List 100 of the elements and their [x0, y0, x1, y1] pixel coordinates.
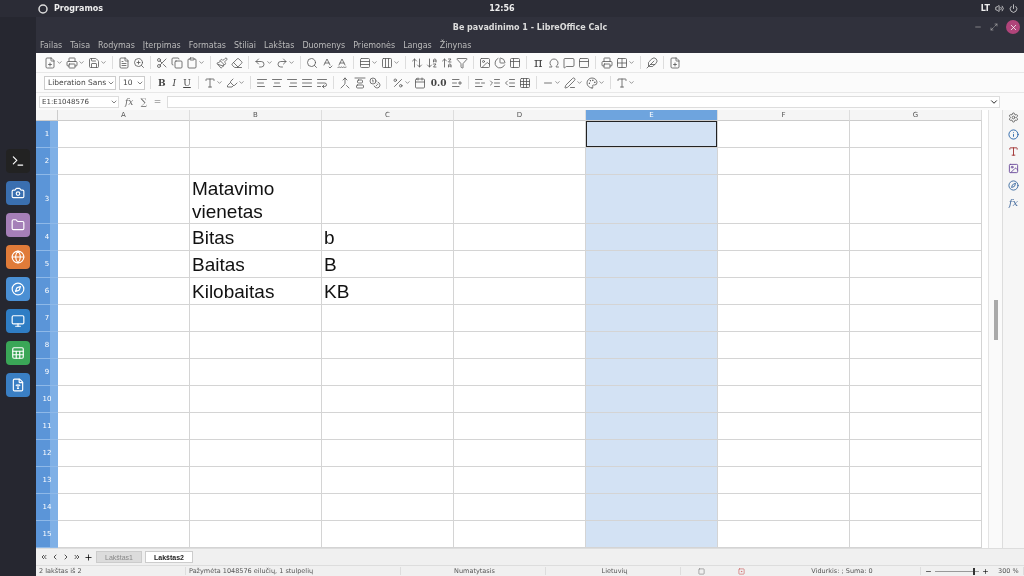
- table-cell[interactable]: [586, 440, 718, 467]
- palette-icon[interactable]: [586, 76, 599, 89]
- selection-mode-icon[interactable]: [697, 567, 705, 575]
- borders-icon[interactable]: [519, 76, 532, 89]
- table-cell[interactable]: [586, 494, 718, 521]
- terminal-icon[interactable]: [11, 154, 25, 168]
- table-cell[interactable]: [454, 305, 586, 332]
- header-icon[interactable]: [577, 56, 590, 69]
- table-cell[interactable]: [850, 467, 982, 494]
- table-cell[interactable]: Baitas: [190, 251, 322, 278]
- table-cell[interactable]: [190, 494, 322, 521]
- table-cell[interactable]: [718, 332, 850, 359]
- table-cell[interactable]: [190, 148, 322, 175]
- add-sheet-icon[interactable]: [84, 552, 93, 562]
- image-icon[interactable]: [1008, 163, 1019, 174]
- volume-icon[interactable]: [995, 4, 1004, 13]
- align-center-icon[interactable]: [270, 76, 283, 89]
- toolbar-button[interactable]: U: [181, 74, 193, 91]
- formula-input[interactable]: [167, 95, 1000, 108]
- table-cell[interactable]: [454, 386, 586, 413]
- table-cell[interactable]: [850, 359, 982, 386]
- table-cell[interactable]: [454, 440, 586, 467]
- table-cell[interactable]: [850, 494, 982, 521]
- table-cell[interactable]: [58, 175, 190, 224]
- table-cell[interactable]: [586, 413, 718, 440]
- table-cell[interactable]: [58, 467, 190, 494]
- table-cell[interactable]: [190, 467, 322, 494]
- table-cell[interactable]: [850, 521, 982, 548]
- menu-item[interactable]: Rodymas: [98, 40, 135, 50]
- currency-icon[interactable]: [368, 76, 381, 89]
- table-cell[interactable]: [586, 467, 718, 494]
- zoom-thumb[interactable]: [972, 567, 975, 575]
- table-cell[interactable]: [454, 224, 586, 251]
- table-cell[interactable]: [850, 332, 982, 359]
- camera-icon[interactable]: [11, 186, 25, 200]
- menu-item[interactable]: Failas: [40, 40, 63, 50]
- table-cell[interactable]: [322, 359, 454, 386]
- table-cell[interactable]: [718, 359, 850, 386]
- table-cell[interactable]: [718, 521, 850, 548]
- table-cell[interactable]: [586, 359, 718, 386]
- table-cell[interactable]: [454, 278, 586, 305]
- next-sheet-icon[interactable]: [62, 553, 70, 561]
- table-cell[interactable]: [718, 494, 850, 521]
- table-cell[interactable]: [190, 121, 322, 148]
- table-cell[interactable]: [58, 359, 190, 386]
- last-sheet-icon[interactable]: [73, 553, 81, 561]
- table-cell[interactable]: [454, 121, 586, 148]
- filter-icon[interactable]: [456, 56, 468, 69]
- launcher-tile[interactable]: [6, 181, 30, 205]
- table-cell[interactable]: [322, 494, 454, 521]
- applications-menu[interactable]: Programos: [38, 3, 103, 14]
- omega-icon[interactable]: [547, 56, 560, 69]
- toolbar-button[interactable]: π: [532, 54, 545, 71]
- eraser-icon[interactable]: [231, 56, 243, 69]
- table-cell[interactable]: [586, 251, 718, 278]
- table-cell[interactable]: Kilobaitas: [190, 278, 322, 305]
- table-cell[interactable]: [850, 121, 982, 148]
- menu-item[interactable]: Žinynas: [439, 40, 472, 50]
- table-cell[interactable]: [454, 332, 586, 359]
- align-left-icon[interactable]: [255, 76, 268, 89]
- table-cell[interactable]: [586, 332, 718, 359]
- table-cell[interactable]: [190, 305, 322, 332]
- sort-descending-icon[interactable]: [441, 56, 453, 69]
- indent-increase-icon[interactable]: [489, 76, 502, 89]
- table-cell[interactable]: [850, 386, 982, 413]
- table-cell[interactable]: [322, 175, 454, 224]
- cut-icon[interactable]: [156, 56, 168, 69]
- table-cell[interactable]: [190, 386, 322, 413]
- autospell-icon[interactable]: [336, 56, 348, 69]
- maximize-icon[interactable]: [990, 23, 998, 31]
- folder-icon[interactable]: [11, 218, 25, 232]
- info-icon[interactable]: [1008, 129, 1019, 140]
- comment-icon[interactable]: [562, 56, 575, 69]
- menu-item[interactable]: Įterpimas: [142, 40, 181, 50]
- table-cell[interactable]: [850, 148, 982, 175]
- paintbrush-icon[interactable]: [216, 56, 228, 69]
- feather-icon[interactable]: [645, 56, 658, 69]
- table-cell[interactable]: [58, 521, 190, 548]
- launcher-tile[interactable]: [6, 277, 30, 301]
- chart-icon[interactable]: [494, 56, 506, 69]
- toolbar-button[interactable]: I: [170, 74, 179, 91]
- table-cell[interactable]: [586, 148, 718, 175]
- zoom-icon[interactable]: [133, 56, 145, 69]
- save-icon[interactable]: [88, 56, 100, 69]
- table-cell[interactable]: [58, 148, 190, 175]
- table-cell[interactable]: [454, 521, 586, 548]
- table-cell[interactable]: Matavimo vienetas: [190, 175, 322, 224]
- table-cell[interactable]: [58, 440, 190, 467]
- previous-sheet-icon[interactable]: [51, 553, 59, 561]
- align-top-icon[interactable]: [353, 76, 366, 89]
- menu-item[interactable]: Formatas: [188, 40, 226, 50]
- table-cell[interactable]: [190, 440, 322, 467]
- table-cell[interactable]: [454, 148, 586, 175]
- table-cell[interactable]: [58, 494, 190, 521]
- menu-item[interactable]: Stiliai: [234, 40, 256, 50]
- table-cell[interactable]: [586, 175, 718, 224]
- table-cell[interactable]: [718, 413, 850, 440]
- menu-item[interactable]: Duomenys: [302, 40, 346, 50]
- font-color-icon[interactable]: [616, 76, 629, 89]
- table-cell[interactable]: [586, 278, 718, 305]
